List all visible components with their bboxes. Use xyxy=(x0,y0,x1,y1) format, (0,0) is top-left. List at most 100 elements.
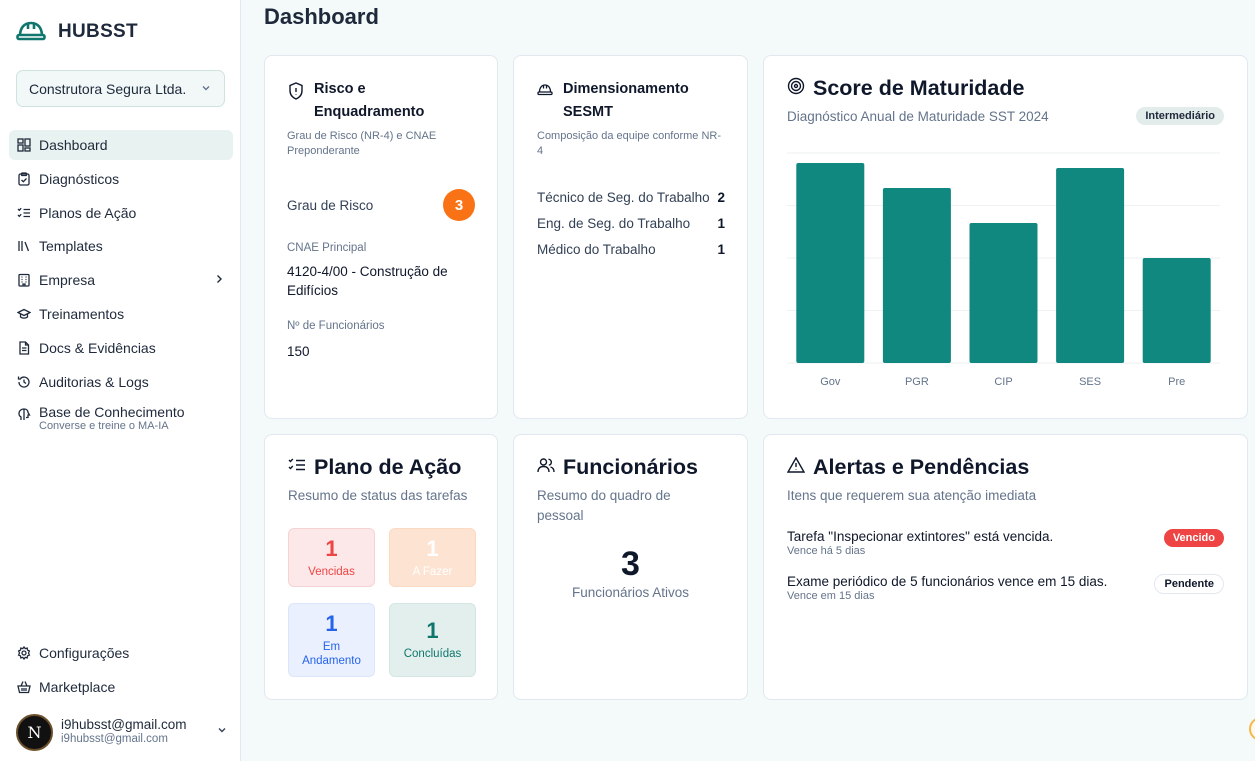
sidebar-item-dashboard[interactable]: Dashboard xyxy=(9,130,233,160)
status-badge-vencido: Vencido xyxy=(1163,529,1224,547)
sidebar-item-base-conhecimento[interactable]: Base de Conhecimento Converse e treine o… xyxy=(9,400,233,438)
sesmt-card-subtitle: Composição da equipe conforme NR-4 xyxy=(537,130,722,157)
brand[interactable]: HUBSST xyxy=(16,18,138,46)
risk-card-subtitle: Grau de Risco (NR-4) e CNAE Preponderant… xyxy=(287,130,437,157)
employees-title: Funcionários xyxy=(563,455,698,479)
floating-assistant-button[interactable] xyxy=(1249,717,1255,741)
sidebar-item-label: Empresa xyxy=(39,272,96,289)
sidebar-item-label: Diagnósticos xyxy=(39,170,120,187)
hard-hat-icon xyxy=(16,18,46,47)
sidebar-nav: Dashboard Diagnósticos Planos de Ação Te… xyxy=(9,130,233,442)
sidebar-item-templates[interactable]: Templates xyxy=(9,231,233,261)
status-badge-pendente: Pendente xyxy=(1154,574,1224,594)
sesmt-row: Técnico de Seg. do Trabalho 2 xyxy=(537,190,725,205)
users-icon xyxy=(537,457,555,478)
chart-x-tick-label: PGR xyxy=(905,376,929,388)
sidebar-item-docs[interactable]: Docs & Evidências xyxy=(9,333,233,363)
tile-label: A Fazer xyxy=(412,565,453,578)
employee-count-value: 150 xyxy=(287,344,310,359)
basket-icon xyxy=(17,680,31,694)
alert-text: Tarefa "Inspecionar extintores" está ven… xyxy=(787,529,1054,544)
user-name: i9hubsst@gmail.com xyxy=(61,717,187,732)
chart-bar-pre[interactable] xyxy=(1142,258,1211,363)
employees-subtitle: Resumo do quadro de pessoal xyxy=(537,488,671,523)
tile-label: Em Andamento xyxy=(302,641,361,667)
avatar: N xyxy=(16,713,53,751)
alerts-card: Alertas e Pendências Itens que requerem … xyxy=(763,434,1248,700)
sesmt-row-label: Eng. de Seg. do Trabalho xyxy=(537,216,691,231)
sidebar-item-label: Docs & Evidências xyxy=(39,339,156,356)
tile-count: 1 xyxy=(426,535,439,561)
sesmt-row: Médico do Trabalho 1 xyxy=(537,242,725,257)
tile-vencidas[interactable]: 1 Vencidas xyxy=(288,528,375,587)
sidebar-item-empresa[interactable]: Empresa xyxy=(9,265,233,295)
chart-bar-gov[interactable] xyxy=(796,163,865,363)
action-plan-subtitle: Resumo de status das tarefas xyxy=(288,488,468,503)
maturity-level-badge: Intermediário xyxy=(1136,107,1224,125)
sidebar-item-marketplace[interactable]: Marketplace xyxy=(9,672,233,702)
tile-count: 1 xyxy=(325,611,338,636)
sidebar-item-planos[interactable]: Planos de Ação xyxy=(9,198,233,228)
tile-label: Concluídas xyxy=(403,648,462,660)
graduation-cap-icon xyxy=(17,307,31,321)
sidebar-item-label: Auditorias & Logs xyxy=(39,373,149,390)
sidebar-item-label: Templates xyxy=(39,238,103,255)
sesmt-card: Dimensionamento SESMT Composição da equi… xyxy=(513,55,748,419)
chart-x-tick-label: Pre xyxy=(1168,376,1185,388)
sidebar-item-auditorias[interactable]: Auditorias & Logs xyxy=(9,367,233,397)
maturity-card: Score de Maturidade Diagnóstico Anual de… xyxy=(763,55,1248,419)
alert-item[interactable]: Exame periódico de 5 funcionários vence … xyxy=(787,574,1224,602)
risk-grade-label: Grau de Risco xyxy=(287,198,374,213)
tile-count: 1 xyxy=(325,535,338,561)
brand-name: HUBSST xyxy=(58,21,138,42)
sesmt-row-label: Médico do Trabalho xyxy=(537,242,656,257)
sidebar-item-configuracoes[interactable]: Configurações xyxy=(9,638,233,668)
company-select[interactable]: Construtora Segura Ltda. xyxy=(16,70,225,107)
risk-card: Risco e Enquadramento Grau de Risco (NR-… xyxy=(264,55,498,419)
risk-card-title: Risco e Enquadramento xyxy=(314,81,425,120)
tile-concluidas[interactable]: 1 Concluídas xyxy=(389,603,476,677)
tile-em-andamento[interactable]: 1 Em Andamento xyxy=(288,603,375,677)
maturity-bar-chart: Gov PGR CIP SES Pre xyxy=(787,152,1220,388)
company-select-value: Construtora Segura Ltda. xyxy=(29,80,187,97)
building-icon xyxy=(17,273,31,287)
sidebar-item-label: Planos de Ação xyxy=(39,204,137,221)
user-menu[interactable]: N i9hubsst@gmail.com i9hubsst@gmail.com xyxy=(16,713,228,751)
chart-x-tick-label: Gov xyxy=(820,376,841,388)
action-plan-title: Plano de Ação xyxy=(314,455,462,479)
alert-item[interactable]: Tarefa "Inspecionar extintores" está ven… xyxy=(787,529,1224,557)
sesmt-row-value: 1 xyxy=(717,242,725,257)
warning-icon xyxy=(786,456,806,478)
library-icon xyxy=(17,239,31,253)
action-plan-card: Plano de Ação Resumo de status das taref… xyxy=(264,434,498,700)
user-email: i9hubsst@gmail.com xyxy=(61,733,168,745)
risk-grade-badge: 3 xyxy=(443,189,475,221)
active-employees-count: 3 xyxy=(621,545,640,583)
chart-bar-pgr[interactable] xyxy=(882,188,951,363)
clipboard-check-icon xyxy=(17,172,31,186)
sidebar-item-diagnosticos[interactable]: Diagnósticos xyxy=(9,164,233,194)
alerts-title: Alertas e Pendências xyxy=(813,455,1030,479)
sesmt-row-label: Técnico de Seg. do Trabalho xyxy=(537,190,710,205)
chart-bar-ses[interactable] xyxy=(1056,168,1125,363)
shield-icon xyxy=(288,82,304,124)
tile-a-fazer[interactable]: 1 A Fazer xyxy=(389,528,476,587)
list-checks-icon xyxy=(288,457,306,478)
sidebar-item-label: Dashboard xyxy=(39,137,108,153)
sesmt-row-value: 2 xyxy=(717,190,725,205)
dashboard-icon xyxy=(17,138,31,152)
file-text-icon xyxy=(17,341,31,355)
sidebar-item-sublabel: Converse e treine o MA-IA xyxy=(39,420,169,433)
employee-count-label: Nº de Funcionários xyxy=(287,320,385,332)
chart-bar-cip[interactable] xyxy=(969,223,1038,363)
chevron-right-icon xyxy=(213,272,225,288)
sesmt-row-value: 1 xyxy=(717,216,725,231)
sidebar-item-label: Base de Conhecimento xyxy=(39,404,185,421)
sidebar-bottom-nav: Configurações Marketplace xyxy=(9,638,233,706)
gear-icon xyxy=(17,646,31,660)
sidebar-item-treinamentos[interactable]: Treinamentos xyxy=(9,299,233,329)
page-title: Dashboard xyxy=(264,4,379,29)
maturity-card-subtitle: Diagnóstico Anual de Maturidade SST 2024 xyxy=(787,109,1049,124)
employees-card: Funcionários Resumo do quadro de pessoal… xyxy=(513,434,748,700)
chevron-down-icon xyxy=(200,81,212,97)
